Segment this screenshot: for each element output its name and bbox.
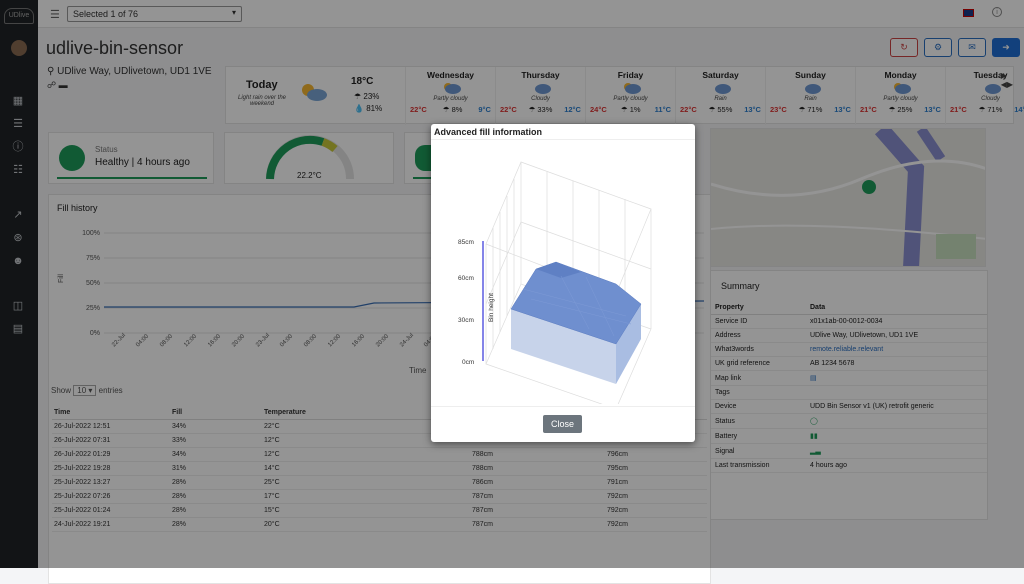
z-tick-85: 85cm bbox=[458, 239, 474, 246]
z-axis-label: Bin height bbox=[488, 293, 495, 322]
z-tick-0: 0cm bbox=[462, 359, 474, 366]
modal-divider bbox=[431, 139, 695, 140]
z-tick-30: 30cm bbox=[458, 317, 474, 324]
modal-footer-divider bbox=[431, 406, 695, 407]
modal-title: Advanced fill information bbox=[434, 127, 543, 137]
z-tick-60: 60cm bbox=[458, 275, 474, 282]
advanced-fill-modal: Advanced fill information 85cm 60cm 30cm… bbox=[431, 124, 695, 442]
close-button[interactable]: Close bbox=[543, 415, 582, 433]
fill-3d-chart: 85cm 60cm 30cm 0cm Bin height bbox=[458, 161, 652, 404]
